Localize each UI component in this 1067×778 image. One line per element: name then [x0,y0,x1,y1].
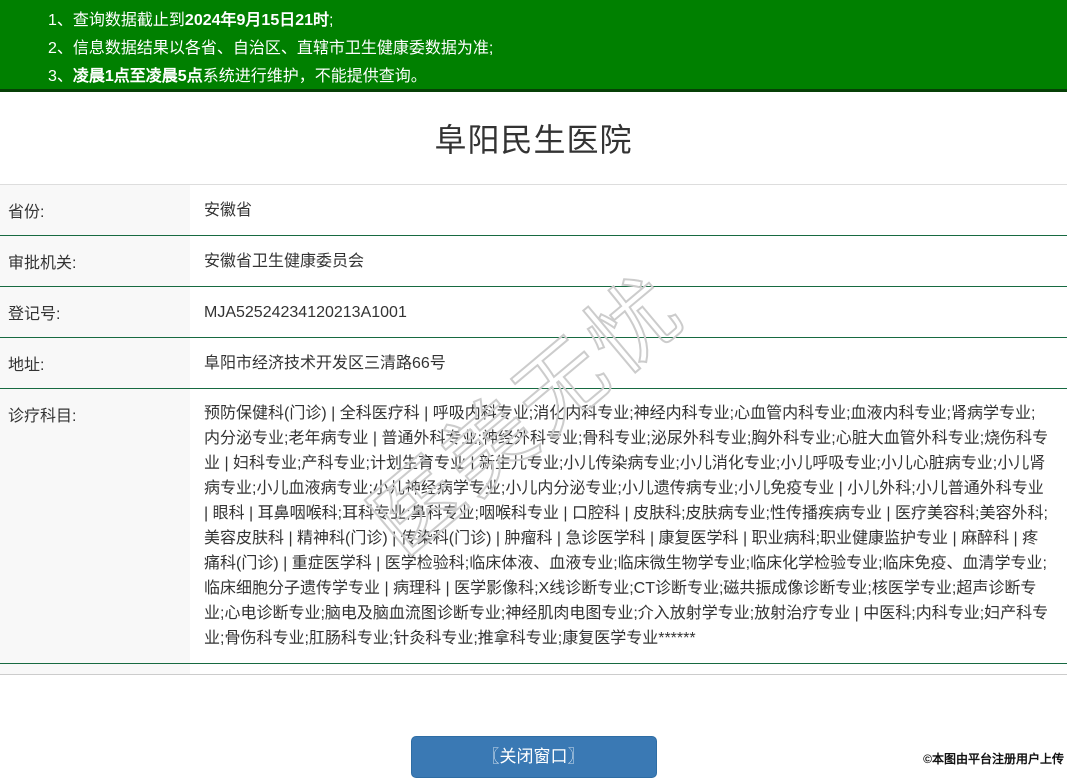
notice-banner: 1、查询数据截止到2024年9月15日21时; 2、信息数据结果以各省、自治区、… [0,0,1067,92]
notice-line-2: 2、信息数据结果以各省、自治区、直辖市卫生健康委数据为准; [48,40,494,57]
row-value: 阜阳市经济技术开发区三清路66号 [204,354,446,372]
page-title: 阜阳民生医院 [434,122,633,158]
row-label: 省份: [0,184,190,236]
notice-number: 3、 [48,68,73,85]
table-row-province: 省份: 安徽省 [0,184,1067,236]
table-row-registration-number: 登记号: MJA52524234120213A1001 [0,286,1067,338]
notice-number: 1、 [48,12,73,29]
footer-attribution: ©本图由平台注册用户上传 [923,752,1064,766]
row-label: 诊疗科目: [0,388,190,664]
close-window-button[interactable]: 〖关闭窗口〗 [410,736,657,778]
button-area: 〖关闭窗口〗 [0,736,1067,778]
notice-line-1: 1、查询数据截止到2024年9月15日21时; [48,12,334,29]
row-label: 地址: [0,337,190,389]
table-row-approval-authority: 审批机关: 安徽省卫生健康委员会 [0,235,1067,287]
hospital-info-table: 省份: 安徽省 审批机关: 安徽省卫生健康委员会 登记号: MJA5252423… [0,184,1067,675]
table-row-empty [0,663,1067,675]
row-value: 预防保健科(门诊) | 全科医疗科 | 呼吸内科专业;消化内科专业;神经内科专业… [204,405,1049,647]
table-row-departments: 诊疗科目: 预防保健科(门诊) | 全科医疗科 | 呼吸内科专业;消化内科专业;… [0,388,1067,664]
row-value: 安徽省 [204,201,253,219]
row-value: MJA52524234120213A1001 [204,303,407,321]
row-label: 登记号: [0,286,190,338]
row-value: 安徽省卫生健康委员会 [204,252,365,270]
row-label: 审批机关: [0,235,190,287]
title-area: 阜阳民生医院 [0,92,1067,184]
notice-line-3: 3、凌晨1点至凌晨5点系统进行维护，不能提供查询。 [48,68,427,85]
table-row-address: 地址: 阜阳市经济技术开发区三清路66号 [0,337,1067,389]
notice-number: 2、 [48,40,73,57]
